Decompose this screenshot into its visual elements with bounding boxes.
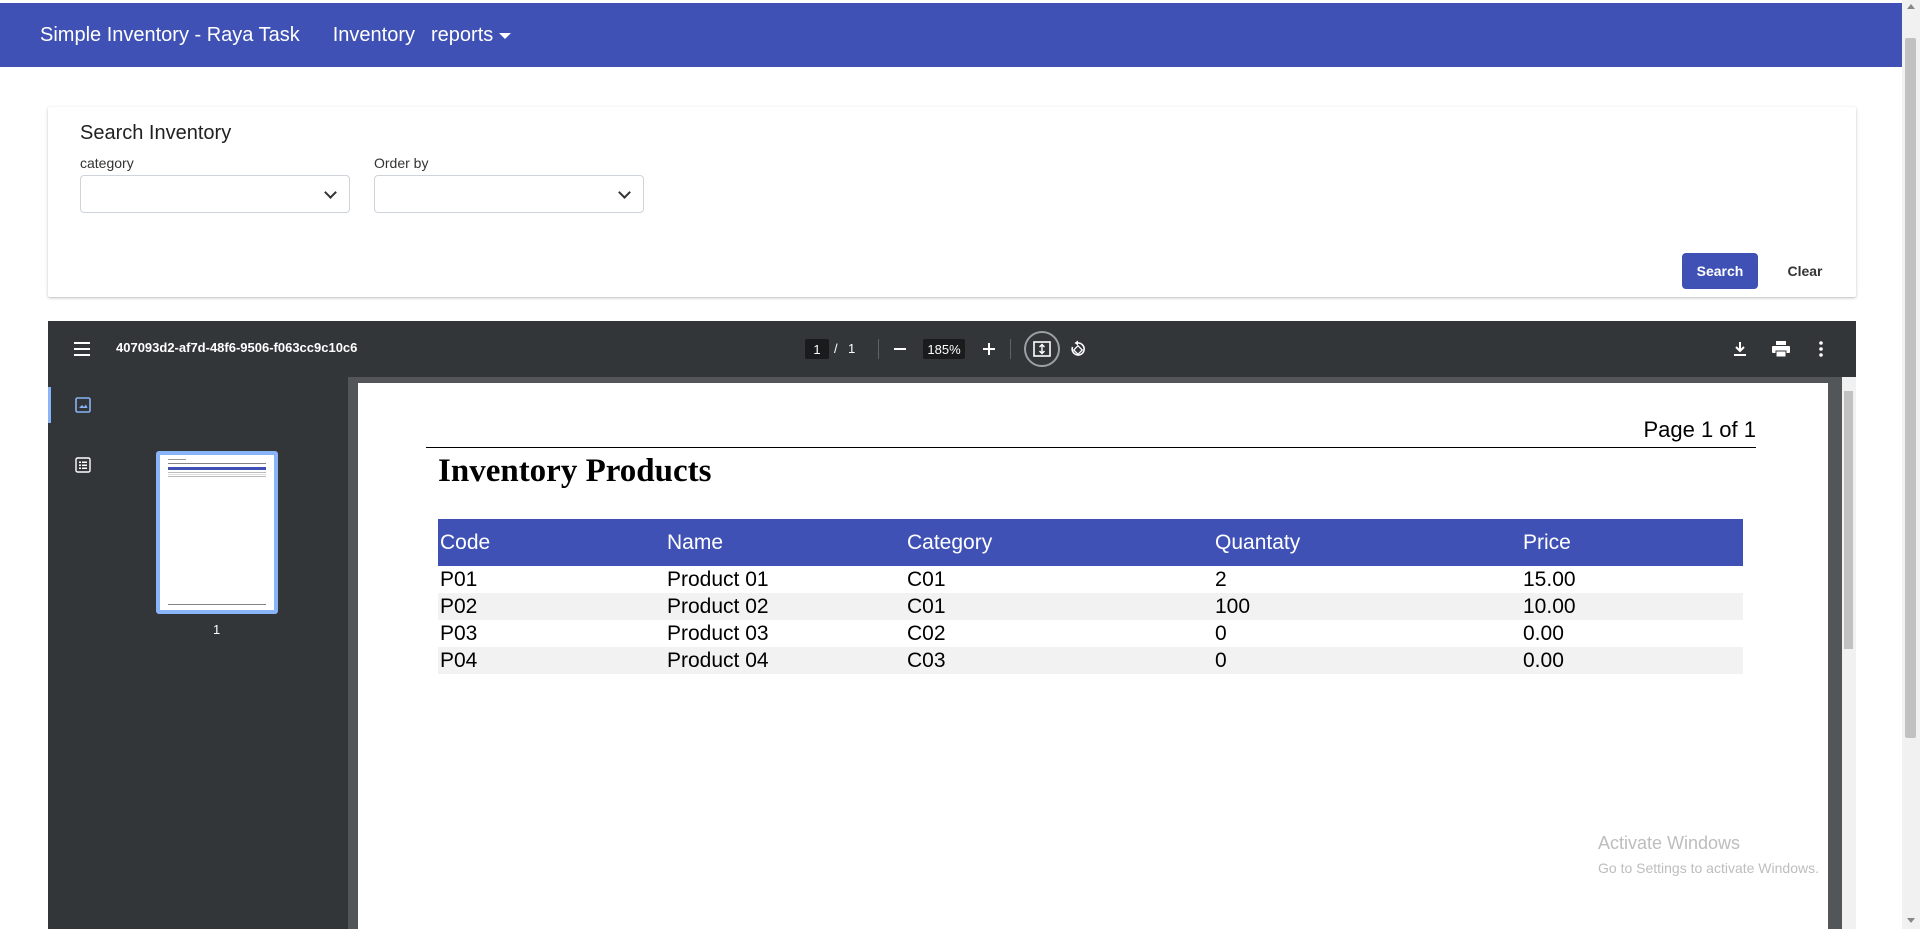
table-cell: C01 — [905, 593, 1213, 620]
scroll-down-arrow-icon[interactable] — [1907, 918, 1915, 923]
order-by-select[interactable] — [374, 175, 644, 213]
report-table-header-row: Code Name Category Quantaty Price — [438, 519, 1743, 566]
table-cell: 0 — [1215, 621, 1227, 645]
sidebar-active-indicator — [48, 387, 51, 423]
zoom-out-icon[interactable] — [888, 337, 912, 361]
column-header: Category — [905, 519, 1213, 566]
column-header: Price — [1521, 519, 1743, 566]
table-cell: 15.00 — [1523, 567, 1576, 591]
table-cell: C03 — [905, 647, 1213, 674]
clear-button[interactable]: Clear — [1768, 253, 1842, 289]
fit-page-icon[interactable] — [1024, 331, 1060, 367]
zoom-in-icon[interactable] — [977, 337, 1001, 361]
table-cell: P04 — [438, 647, 665, 674]
zoom-level-input[interactable]: 185% — [923, 339, 965, 359]
watermark-line2: Go to Settings to activate Windows. — [1598, 860, 1819, 876]
table-row: P02 Product 02 C01 100 10.00 — [438, 593, 1743, 620]
report-header-rule — [426, 447, 1756, 448]
table-cell: P03 — [440, 621, 478, 645]
chevron-down-icon — [324, 186, 337, 199]
more-vert-icon[interactable] — [1809, 337, 1833, 361]
table-cell: 2 — [1215, 567, 1227, 591]
nav-dropdown-reports[interactable]: reports — [431, 23, 512, 47]
window-scrollbar-thumb[interactable] — [1905, 38, 1916, 738]
page-thumbnail[interactable] — [156, 451, 278, 614]
table-cell: Product 01 — [667, 567, 769, 591]
search-card: Search Inventory category Order by Searc… — [48, 107, 1856, 297]
menu-icon[interactable] — [74, 342, 90, 356]
category-select[interactable] — [80, 175, 350, 213]
download-icon[interactable] — [1728, 337, 1752, 361]
page-total: 1 — [848, 341, 856, 356]
activate-windows-watermark: Activate Windows Go to Settings to activ… — [1598, 833, 1819, 876]
table-row: P01 Product 01 C01 2 15.00 — [438, 566, 1743, 593]
pdf-scrollbar-thumb[interactable] — [1844, 391, 1853, 649]
report-page-label: Page 1 of 1 — [1643, 417, 1756, 442]
table-cell: 10.00 — [1521, 593, 1743, 620]
table-cell: P01 — [440, 567, 478, 591]
watermark-line1: Activate Windows — [1598, 833, 1741, 853]
order-by-label: Order by — [374, 155, 429, 171]
report-title: Inventory Products — [438, 453, 712, 489]
pdf-viewer: 407093d2-af7d-48f6-9506-f063cc9c10c6 1 /… — [48, 321, 1856, 929]
nav-dropdown-reports-label: reports — [431, 23, 494, 46]
top-navbar: Simple Inventory - Raya Task Inventory r… — [0, 3, 1902, 67]
table-cell: 0.00 — [1523, 621, 1564, 645]
table-cell: 100 — [1213, 593, 1521, 620]
page-number-input[interactable]: 1 — [805, 339, 829, 359]
column-header: Code — [438, 519, 665, 566]
category-label: category — [80, 155, 134, 171]
navbar-brand[interactable]: Simple Inventory - Raya Task — [40, 24, 300, 47]
nav-link-inventory[interactable]: Inventory — [333, 24, 415, 47]
report-table: Code Name Category Quantaty Price P01 Pr… — [438, 519, 1743, 674]
chevron-down-icon — [618, 186, 631, 199]
table-cell: 0 — [1213, 647, 1521, 674]
toolbar-divider — [878, 339, 879, 359]
table-cell: 0.00 — [1521, 647, 1743, 674]
page-separator: / — [834, 341, 838, 356]
pdf-sidebar: 1 — [48, 377, 348, 929]
search-button[interactable]: Search — [1682, 253, 1758, 289]
caret-down-icon — [499, 33, 512, 39]
table-cell: P02 — [438, 593, 665, 620]
print-icon[interactable] — [1769, 337, 1793, 361]
pdf-scrollbar[interactable] — [1842, 377, 1856, 929]
scroll-up-arrow-icon[interactable] — [1907, 4, 1915, 9]
window-scrollbar[interactable] — [1902, 0, 1920, 929]
pdf-document-name: 407093d2-af7d-48f6-9506-f063cc9c10c6 — [116, 340, 358, 355]
outline-icon[interactable] — [71, 453, 95, 477]
table-cell: C02 — [907, 621, 946, 645]
toolbar-divider — [1010, 339, 1011, 359]
table-row: P03 Product 03 C02 0 0.00 — [438, 620, 1743, 647]
pdf-toolbar: 407093d2-af7d-48f6-9506-f063cc9c10c6 1 /… — [48, 321, 1856, 377]
table-cell: Product 02 — [665, 593, 905, 620]
column-header: Quantaty — [1213, 519, 1521, 566]
column-header: Name — [665, 519, 905, 566]
table-cell: Product 04 — [665, 647, 905, 674]
thumbnail-page-number: 1 — [213, 622, 221, 637]
table-row: P04 Product 04 C03 0 0.00 — [438, 647, 1743, 674]
search-card-title: Search Inventory — [80, 122, 232, 144]
table-cell: Product 03 — [667, 621, 769, 645]
thumbnails-icon[interactable] — [71, 393, 95, 417]
table-cell: C01 — [907, 567, 946, 591]
rotate-icon[interactable] — [1066, 337, 1090, 361]
